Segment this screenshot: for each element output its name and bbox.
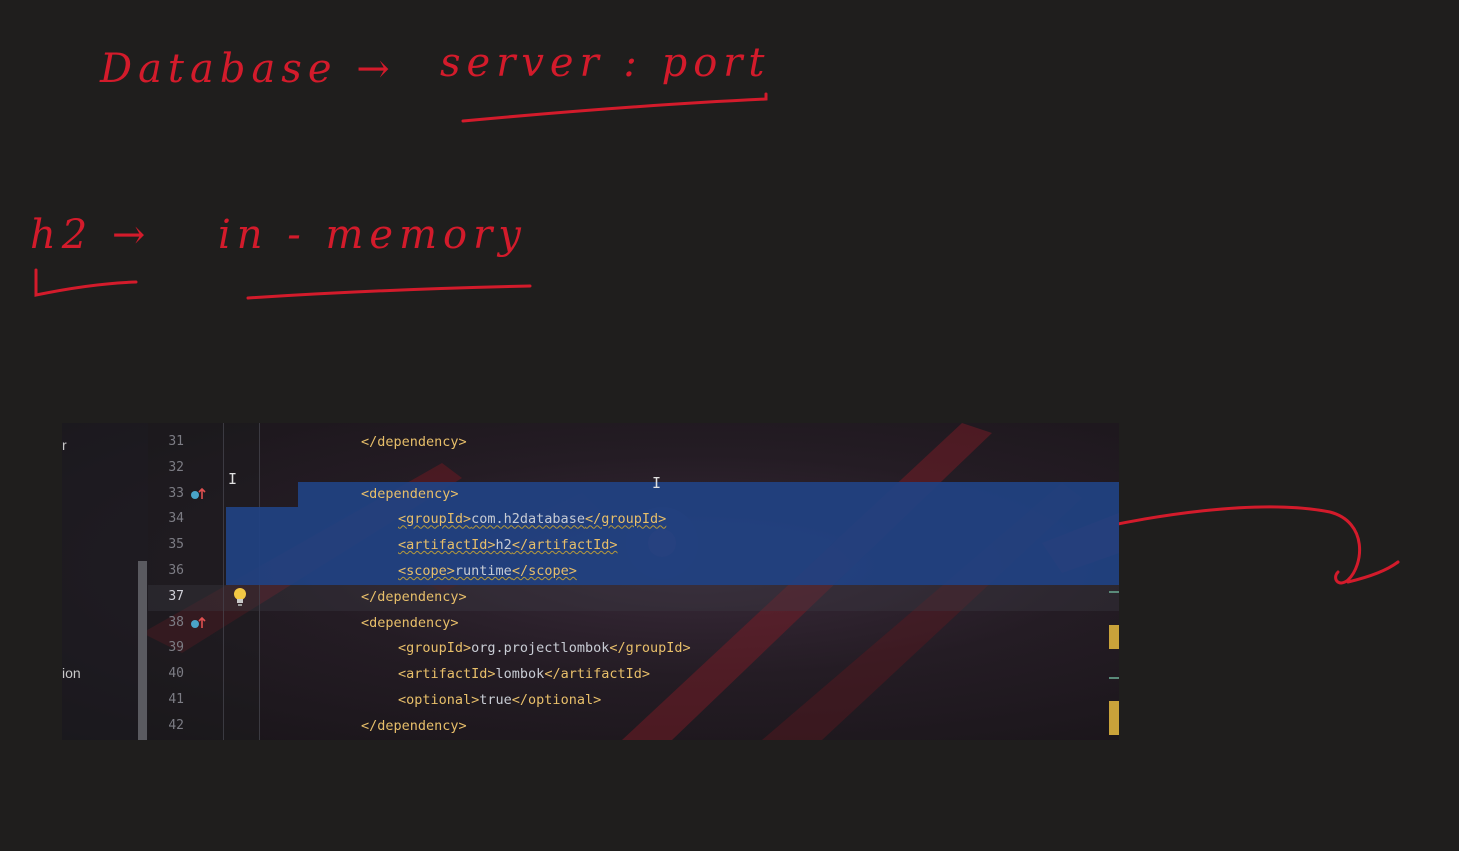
xml-tag: </groupId> bbox=[584, 511, 667, 528]
code-lines[interactable]: 31 </dependency> 32 33 <dependency> 34 <groupI… bbox=[148, 430, 1119, 740]
stripe-mark[interactable] bbox=[1109, 591, 1119, 593]
error-stripe[interactable] bbox=[1109, 583, 1119, 740]
note-in-memory: in - memory bbox=[218, 212, 527, 258]
xml-tag: <artifactId> bbox=[398, 666, 496, 683]
stripe-mark[interactable] bbox=[1109, 625, 1119, 649]
xml-tag: </dependency> bbox=[361, 434, 467, 450]
code-text[interactable]: <groupId>com.h2database</groupId> bbox=[398, 511, 666, 527]
line-number[interactable]: 33 bbox=[148, 486, 184, 501]
xml-tag: <dependency> bbox=[361, 614, 459, 631]
xml-tag: </dependency> bbox=[361, 588, 467, 605]
code-text[interactable]: </dependency> bbox=[361, 434, 467, 450]
line-number[interactable]: 38 bbox=[148, 615, 184, 630]
line-number[interactable]: 32 bbox=[148, 460, 184, 475]
code-line[interactable]: 42 </dependency> bbox=[148, 714, 1119, 740]
line-number[interactable]: 39 bbox=[148, 640, 184, 655]
project-scrollbar[interactable] bbox=[138, 561, 147, 740]
code-line[interactable]: 34 <groupId>com.h2database</groupId> bbox=[148, 507, 1119, 534]
mouse-ibeam-icon: I bbox=[652, 474, 662, 492]
selection-highlight bbox=[226, 507, 1119, 534]
code-text[interactable]: <dependency> bbox=[361, 615, 459, 631]
xml-tag: <groupId> bbox=[398, 640, 472, 657]
stripe-mark[interactable] bbox=[1109, 701, 1119, 735]
code-line[interactable]: 33 <dependency> bbox=[148, 481, 1119, 508]
code-text[interactable]: </dependency> bbox=[361, 718, 467, 734]
project-panel-edge[interactable]: r ion bbox=[62, 423, 148, 740]
code-line[interactable]: 32 bbox=[148, 456, 1119, 482]
xml-value: h2 bbox=[495, 537, 512, 554]
line-number[interactable]: 40 bbox=[148, 666, 184, 681]
code-editor[interactable]: r ion 31 </dependency> 32 33 <dependency> 34 <… bbox=[62, 423, 1119, 740]
xml-tag: <scope> bbox=[398, 562, 455, 579]
code-line[interactable]: 40 <artifactId>lombok</artifactId> bbox=[148, 662, 1119, 688]
code-line[interactable]: 41 <optional>true</optional> bbox=[148, 688, 1119, 714]
code-line[interactable]: 37 </dependency> bbox=[148, 584, 1119, 611]
xml-tag: </artifactId> bbox=[511, 537, 618, 554]
xml-tag: </optional> bbox=[511, 691, 602, 708]
underline-in-memory bbox=[246, 284, 532, 300]
code-text[interactable]: <optional>true</optional> bbox=[398, 692, 601, 708]
xml-tag: </groupId> bbox=[609, 640, 691, 657]
line-number[interactable]: 35 bbox=[148, 537, 184, 552]
xml-value: lombok bbox=[495, 666, 545, 683]
xml-value: com.h2database bbox=[471, 511, 585, 528]
xml-tag: <artifactId> bbox=[398, 537, 496, 554]
code-line[interactable]: 38 <dependency> bbox=[148, 611, 1119, 637]
project-item-fragment[interactable]: ion bbox=[62, 665, 81, 681]
xml-value: runtime bbox=[454, 562, 512, 579]
line-number[interactable]: 41 bbox=[148, 692, 184, 707]
line-number[interactable]: 34 bbox=[148, 511, 184, 526]
xml-tag: <groupId> bbox=[398, 511, 472, 528]
xml-tag: <dependency> bbox=[361, 485, 459, 502]
code-line[interactable]: 39 <groupId>org.projectlombok</groupId> bbox=[148, 636, 1119, 662]
line-number[interactable]: 36 bbox=[148, 563, 184, 578]
code-text[interactable]: </dependency> bbox=[361, 589, 467, 605]
code-line[interactable]: 35 <artifactId>h2</artifactId> bbox=[148, 533, 1119, 559]
line-number[interactable]: 31 bbox=[148, 434, 184, 449]
code-line[interactable]: 31 </dependency> bbox=[148, 430, 1119, 456]
code-text[interactable]: <groupId>org.projectlombok</groupId> bbox=[398, 640, 691, 656]
note-database: Database → bbox=[100, 46, 396, 92]
code-text[interactable]: <artifactId>h2</artifactId> bbox=[398, 537, 617, 553]
selection-highlight bbox=[226, 558, 1119, 585]
xml-value: true bbox=[479, 691, 512, 708]
code-text[interactable]: <dependency> bbox=[361, 486, 459, 502]
xml-value: org.projectlombok bbox=[471, 640, 610, 657]
project-item-fragment[interactable]: r bbox=[62, 437, 67, 453]
code-text[interactable]: <artifactId>lombok</artifactId> bbox=[398, 666, 650, 682]
code-text[interactable]: <scope>runtime</scope> bbox=[398, 563, 577, 579]
underline-h2 bbox=[34, 268, 138, 297]
override-marker-icon[interactable] bbox=[190, 487, 206, 501]
xml-tag: </dependency> bbox=[361, 717, 467, 734]
note-server-port: server : port bbox=[440, 40, 771, 86]
note-h2: h2 → bbox=[30, 212, 152, 258]
line-number[interactable]: 37 bbox=[148, 589, 184, 604]
underline-server-port bbox=[461, 92, 768, 123]
code-line[interactable]: 36 <scope>runtime</scope> bbox=[148, 558, 1119, 585]
lightbulb-icon[interactable] bbox=[232, 586, 248, 608]
stripe-mark[interactable] bbox=[1109, 677, 1119, 679]
xml-tag: </scope> bbox=[511, 562, 577, 579]
selection-highlight bbox=[226, 533, 1119, 559]
text-cursor-icon: I bbox=[228, 470, 238, 488]
xml-tag: </artifactId> bbox=[544, 666, 650, 683]
line-number[interactable]: 42 bbox=[148, 718, 184, 733]
xml-tag: <optional> bbox=[398, 691, 480, 708]
override-marker-icon[interactable] bbox=[190, 616, 206, 630]
